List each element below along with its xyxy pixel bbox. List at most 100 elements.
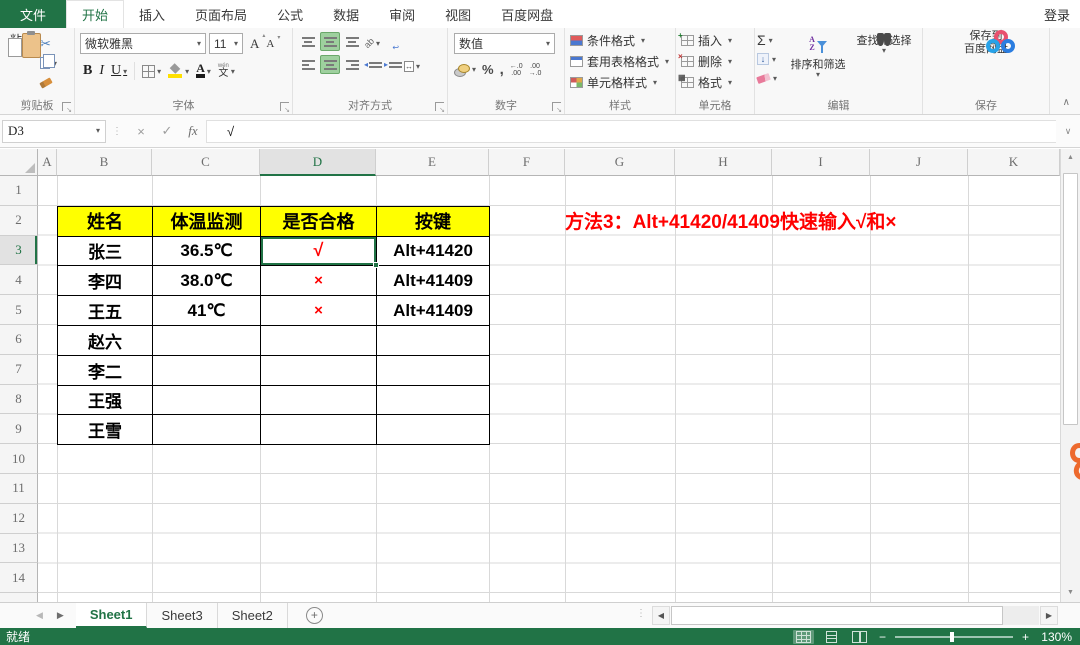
cell-c8[interactable]: [153, 386, 261, 416]
select-all-corner[interactable]: [0, 149, 38, 176]
dialog-launcher-icon[interactable]: [435, 102, 444, 111]
row-header-2[interactable]: 2: [0, 206, 38, 236]
font-size-select[interactable]: 11▾: [209, 33, 243, 54]
annotation-text[interactable]: 方法3：Alt+41420/41409快速输入√和×: [565, 206, 896, 236]
hscroll-right-icon[interactable]: ▶: [1040, 606, 1058, 625]
column-header-d[interactable]: D: [260, 149, 376, 176]
zoom-level[interactable]: 130%: [1038, 630, 1072, 644]
italic-button[interactable]: I: [99, 63, 104, 79]
enter-button[interactable]: ✓: [154, 123, 180, 139]
header-cell-pass[interactable]: 是否合格: [261, 207, 377, 237]
row-header-13[interactable]: 13: [0, 534, 38, 564]
comma-style-button[interactable]: ,: [500, 66, 504, 74]
cell-b6[interactable]: 赵六: [58, 326, 153, 356]
sheet-nav-left-icon[interactable]: ◀: [36, 610, 43, 621]
insert-cells-button[interactable]: +插入: [676, 30, 754, 51]
tab-data[interactable]: 数据: [318, 0, 374, 28]
align-middle-button[interactable]: [320, 32, 340, 51]
page-break-view-button[interactable]: [849, 630, 870, 644]
dialog-launcher-icon[interactable]: [280, 102, 289, 111]
paste-button[interactable]: 粘贴 ▾: [4, 31, 40, 99]
row-header-10[interactable]: 10: [0, 444, 38, 474]
cell-e6[interactable]: [377, 326, 490, 356]
copy-button[interactable]: [40, 55, 57, 71]
delete-cells-button[interactable]: ×删除: [676, 51, 754, 72]
cell-b4[interactable]: 李四: [58, 266, 153, 296]
borders-button[interactable]: [142, 65, 161, 78]
cell-b5[interactable]: 王五: [58, 296, 153, 326]
accounting-format-button[interactable]: [454, 64, 476, 76]
cell-d9[interactable]: [261, 415, 377, 445]
vertical-scrollbar[interactable]: ▲ ▼: [1060, 149, 1080, 602]
phonetic-guide-button[interactable]: wén 文: [218, 63, 235, 79]
cell-d5[interactable]: ×: [261, 296, 377, 326]
sheet-tab-sheet1[interactable]: Sheet1: [76, 603, 148, 628]
page-layout-view-button[interactable]: [823, 630, 840, 644]
header-cell-key[interactable]: 按键: [377, 207, 490, 237]
cell-e8[interactable]: [377, 386, 490, 416]
zoom-out-button[interactable]: [879, 630, 886, 644]
collapse-ribbon-icon[interactable]: ∧: [1063, 97, 1070, 108]
new-sheet-button[interactable]: +: [306, 607, 323, 624]
column-header-e[interactable]: E: [376, 149, 489, 176]
tab-view[interactable]: 视图: [430, 0, 486, 28]
scroll-down-icon[interactable]: ▼: [1061, 584, 1080, 602]
row-header-6[interactable]: 6: [0, 325, 38, 355]
column-header-j[interactable]: J: [870, 149, 968, 176]
number-format-select[interactable]: 数值▾: [454, 33, 555, 54]
horizontal-scroll-thumb[interactable]: [671, 606, 1003, 625]
underline-button[interactable]: U: [111, 63, 127, 79]
column-header-a[interactable]: A: [38, 149, 57, 176]
cell-d3-selected[interactable]: √: [261, 237, 377, 267]
align-left-button[interactable]: [298, 55, 318, 74]
cut-button[interactable]: ✂: [40, 35, 57, 51]
cell-styles-button[interactable]: 单元格样式: [565, 72, 675, 93]
cell-b7[interactable]: 李二: [58, 356, 153, 386]
row-header-9[interactable]: 9: [0, 414, 38, 444]
dialog-launcher-icon[interactable]: [62, 102, 71, 111]
row-header-7[interactable]: 7: [0, 355, 38, 385]
horizontal-scrollbar[interactable]: [671, 606, 1039, 625]
merge-center-button[interactable]: ↔: [404, 58, 420, 72]
cell-d8[interactable]: [261, 386, 377, 416]
cell-e5[interactable]: Alt+41409: [377, 296, 490, 326]
column-header-i[interactable]: I: [772, 149, 870, 176]
sort-filter-button[interactable]: AZ 排序和筛选 ▾: [785, 30, 851, 99]
expand-formula-bar-icon[interactable]: ∨: [1056, 126, 1080, 137]
tab-review[interactable]: 审阅: [374, 0, 430, 28]
row-header-3[interactable]: 3: [0, 236, 38, 266]
clear-button[interactable]: [757, 70, 785, 86]
row-header-5[interactable]: 5: [0, 295, 38, 325]
cell-c6[interactable]: [153, 326, 261, 356]
tab-baidu-netdisk[interactable]: 百度网盘: [486, 0, 568, 28]
cell-e9[interactable]: [377, 415, 490, 445]
find-select-button[interactable]: 查找和选择 ▾: [851, 30, 917, 99]
cell-e7[interactable]: [377, 356, 490, 386]
login-button[interactable]: 登录: [1034, 0, 1080, 28]
increase-indent-button[interactable]: ▸: [384, 60, 402, 69]
row-header-14[interactable]: 14: [0, 563, 38, 593]
insert-function-button[interactable]: fx: [180, 123, 206, 139]
bold-button[interactable]: B: [83, 63, 92, 79]
format-cells-button[interactable]: ▦格式: [676, 72, 754, 93]
column-header-k[interactable]: K: [968, 149, 1060, 176]
cell-d4[interactable]: ×: [261, 266, 377, 296]
increase-font-button[interactable]: A: [250, 36, 259, 52]
zoom-slider-thumb[interactable]: [950, 632, 954, 642]
zoom-in-button[interactable]: [1022, 630, 1029, 644]
font-name-select[interactable]: 微软雅黑▾: [80, 33, 206, 54]
tab-file[interactable]: 文件: [0, 0, 66, 28]
fill-button[interactable]: ↓: [757, 51, 785, 67]
autosum-button[interactable]: Σ: [757, 32, 785, 48]
fill-color-button[interactable]: [168, 65, 189, 78]
row-header-1[interactable]: 1: [0, 176, 38, 206]
conditional-formatting-button[interactable]: 条件格式: [565, 30, 675, 51]
cell-e4[interactable]: Alt+41409: [377, 266, 490, 296]
align-bottom-button[interactable]: [342, 32, 362, 51]
save-to-baidu-button[interactable]: 保存到 百度网盘: [951, 30, 1021, 56]
cell-d6[interactable]: [261, 326, 377, 356]
sheet-tab-sheet3[interactable]: Sheet3: [147, 603, 217, 628]
header-cell-name[interactable]: 姓名: [58, 207, 153, 237]
cell-c4[interactable]: 38.0℃: [153, 266, 261, 296]
percent-style-button[interactable]: %: [482, 62, 494, 77]
